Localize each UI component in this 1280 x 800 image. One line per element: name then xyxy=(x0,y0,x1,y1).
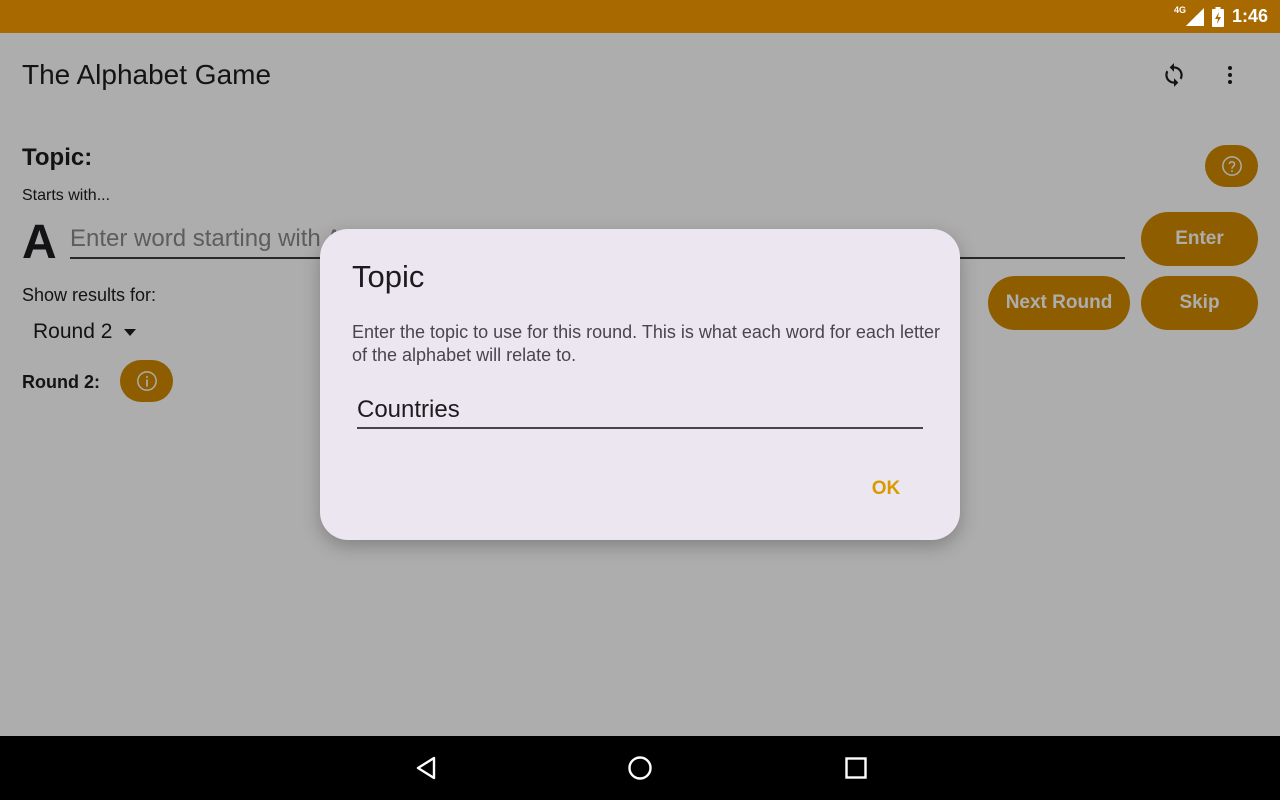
home-icon xyxy=(628,756,652,780)
nav-home-button[interactable] xyxy=(622,750,658,786)
battery-charging-icon xyxy=(1211,6,1224,27)
status-icons: 4G 1:46 xyxy=(1174,0,1268,33)
topic-input[interactable] xyxy=(357,393,923,429)
status-bar: 4G 1:46 xyxy=(0,0,1280,33)
ok-button[interactable]: OK xyxy=(850,469,922,509)
nav-recents-button[interactable] xyxy=(838,750,874,786)
clock: 1:46 xyxy=(1231,6,1268,26)
back-icon xyxy=(416,756,436,780)
dialog-title: Topic xyxy=(352,259,425,294)
recents-icon xyxy=(845,757,867,779)
signal-icon xyxy=(1185,7,1204,26)
navigation-bar xyxy=(0,736,1280,800)
nav-back-button[interactable] xyxy=(408,750,444,786)
dialog-message: Enter the topic to use for this round. T… xyxy=(352,322,940,365)
topic-dialog: Topic Enter the topic to use for this ro… xyxy=(320,229,960,540)
network-type-label: 4G xyxy=(1173,4,1186,15)
